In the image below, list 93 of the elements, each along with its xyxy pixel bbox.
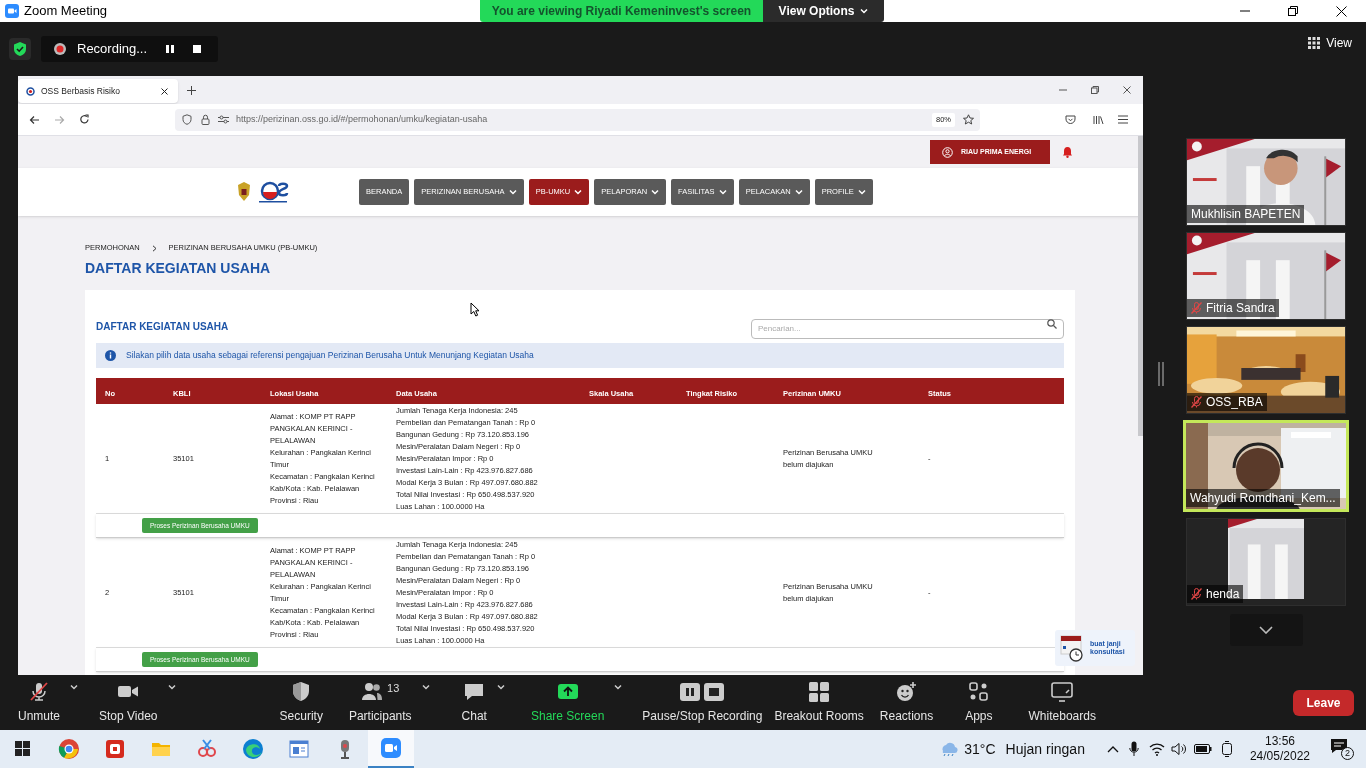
weather-text[interactable]: Hujan ringan [1005,738,1085,760]
card-title: DAFTAR KEGIATAN USAHA [96,319,229,334]
window-title: Zoom Meeting [24,2,108,21]
pocket-icon[interactable] [1065,114,1076,125]
chat-bubble-icon [463,681,486,703]
restore-icon[interactable] [1091,86,1099,94]
toolbar-button[interactable]: Apps [965,680,993,725]
microphone-icon[interactable] [1128,741,1139,757]
calendar-clock-icon [1060,634,1084,662]
notification-count: 2 [1341,747,1354,760]
participant-name: Mukhlisin BAPETEN [1191,206,1301,223]
scrollbar-thumb[interactable] [1138,136,1143,436]
view-options-button[interactable]: View Options [763,0,884,22]
clock-button[interactable]: 13:56 24/05/2022 [1249,734,1310,764]
smiley-icon [895,681,918,703]
participant-count: 13 [387,681,400,696]
new-tab-icon[interactable] [187,85,196,95]
star-icon[interactable] [963,114,974,125]
menu-icon[interactable] [1118,115,1128,124]
edge-icon [242,738,264,760]
scissors-icon [196,738,218,760]
share-banner: You are viewing Riyadi Kemeninvest's screen [480,0,763,22]
caret-icon[interactable] [167,684,176,690]
info-icon [105,350,116,361]
toolbar-button[interactable]: Share Screen [530,680,605,725]
mouse-cursor-icon [470,302,480,317]
info-text: Silakan pilih data usaha sebagai referensi pengajuan Perizinan Berusaha Untuk Menunjang Kegiatan Usaha [126,349,534,362]
notifications-button[interactable]: 2 [1330,738,1354,760]
pause-stop-icon [680,681,725,703]
shield-icon[interactable] [9,38,31,60]
device-icon[interactable] [1219,741,1234,757]
panel-resize-handle-icon[interactable] [1158,362,1164,386]
toolbar-button[interactable]: Breakout Rooms [774,680,864,725]
search-icon [1047,319,1057,329]
stop-icon[interactable] [192,44,203,54]
zoom-logo-icon [5,4,19,18]
lock-icon [201,114,210,125]
participant-name: Fitria Sandra [1206,300,1275,317]
close-icon[interactable] [1123,86,1131,94]
document-window-icon [288,738,310,760]
wifi-icon[interactable] [1148,742,1165,756]
permissions-icon [218,115,229,124]
apps-icon [967,681,990,703]
site-icon [26,86,35,96]
chevron-icon [151,244,157,252]
recording-label: Recording... [77,40,148,59]
caret-icon[interactable] [70,684,79,690]
pause-icon[interactable] [165,44,176,54]
video-camera-app-icon [380,737,402,759]
four-squares-icon [808,681,831,703]
toolbar-button[interactable]: Security [279,680,323,725]
caret-icon[interactable] [496,684,505,690]
toolbar-button[interactable]: Reactions [879,680,934,725]
shield-icon [182,114,192,125]
message-icon [1330,738,1348,754]
grid-icon [1308,37,1321,49]
url-text: https://perizinan.oss.go.id/#/permohonan/umku/kegiatan-usaha [236,112,488,126]
toolbar-button[interactable]: Unmute [18,680,61,725]
battery-icon[interactable] [1193,744,1212,754]
library-icon[interactable] [1093,114,1104,125]
toolbar-button[interactable]: Chat [461,680,487,725]
square-app-icon [104,738,126,760]
participant-name: OSS_RBA [1206,394,1263,411]
caret-icon[interactable] [614,684,623,690]
muted-microphone-icon [28,681,50,703]
people-icon [361,681,384,703]
toolbar-button[interactable]: Stop Video [99,680,158,725]
tab-title: OSS Berbasis Risiko [41,84,120,98]
page-heading: DAFTAR KEGIATAN USAHA [85,259,272,277]
caret-icon[interactable] [421,684,430,690]
toolbar-button[interactable]: Whiteboards [1028,680,1096,725]
bell-icon[interactable] [1062,146,1073,158]
close-icon[interactable] [1336,5,1347,17]
toolbar-button[interactable]: 13 Participants [348,680,412,725]
leave-button[interactable]: Leave [1293,689,1354,716]
chevron-down-icon [1259,626,1273,634]
back-icon[interactable] [29,114,40,125]
view-button[interactable]: View [1308,34,1352,52]
search-field[interactable]: Pencarian... [751,318,1064,339]
user-icon [942,146,953,158]
participant-name: Wahyudi Romdhani_Kem... [1190,490,1336,507]
restore-icon[interactable] [1288,6,1298,16]
whiteboard-icon [1051,681,1074,703]
browser-tab[interactable]: OSS Berbasis Risiko [18,79,178,103]
temperature[interactable]: 31°C [964,738,996,760]
participant-name: henda [1206,586,1240,603]
chevron-up-icon[interactable] [1106,745,1119,753]
chrome-icon [58,738,80,760]
volume-icon[interactable] [1170,742,1187,756]
toolbar-button[interactable]: Pause/Stop Recording [642,680,763,725]
reload-icon[interactable] [79,114,90,125]
recording-dot-icon [53,42,67,56]
close-tab-icon[interactable] [161,87,168,95]
